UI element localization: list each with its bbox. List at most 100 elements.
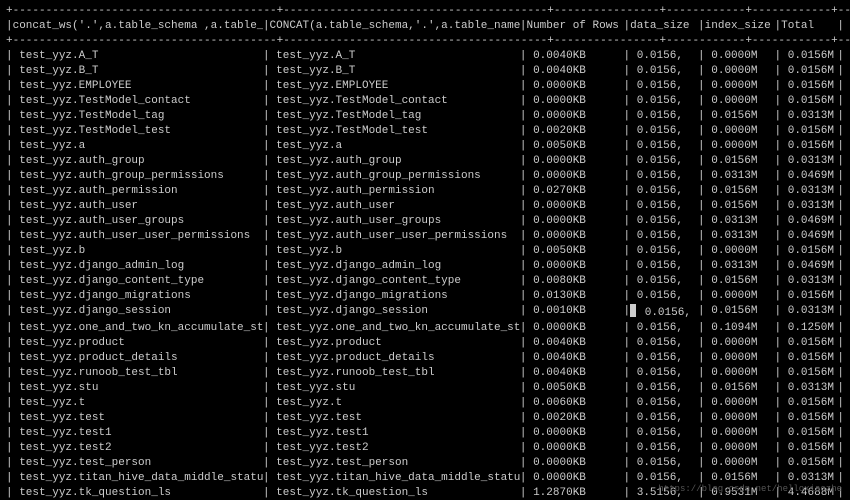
cell: 0.0156M: [781, 351, 837, 366]
cell: 0.0050KB: [526, 139, 623, 154]
cell: 0.0000M: [705, 94, 775, 109]
cell: test_yyz.t: [270, 396, 520, 411]
cell: 0.0156M: [781, 411, 837, 426]
cell: 0.0020KB: [526, 124, 623, 139]
table-row: | test_yyz.t| test_yyz.t| 0.0060KB | 0.0…: [6, 396, 844, 411]
table-row: | test_yyz.b| test_yyz.b| 0.0050KB | 0.0…: [6, 244, 844, 259]
cell: test_yyz.TestModel_tag: [13, 109, 263, 124]
table-row: | test_yyz.one_and_two_kn_accumulate_sta…: [6, 321, 844, 336]
cell: 0.0156,: [630, 169, 698, 184]
table-row: | test_yyz.auth_user_groups| test_yyz.au…: [6, 214, 844, 229]
cell: test_yyz.test_person: [13, 456, 263, 471]
table-row: | test_yyz.runoob_test_tbl| test_yyz.run…: [6, 366, 844, 381]
cell: 0.0000M: [705, 64, 775, 79]
cell: 0.0000KB: [526, 94, 623, 109]
cell: test_yyz.auth_user_groups: [13, 214, 263, 229]
cell: test_yyz.django_migrations: [270, 289, 520, 304]
cell: 0.0156,: [630, 109, 698, 124]
cell: test_yyz.B_T: [13, 64, 263, 79]
cell: test_yyz.auth_group: [13, 154, 263, 169]
cell: 0.0156M: [781, 426, 837, 441]
header-col5: Total: [781, 19, 837, 34]
table-row: | test_yyz.stu| test_yyz.stu| 0.0050KB |…: [6, 381, 844, 396]
cell: 0.0020KB: [526, 411, 623, 426]
cell: 0.0000KB: [526, 154, 623, 169]
table-row: | test_yyz.a| test_yyz.a| 0.0050KB | 0.0…: [6, 139, 844, 154]
cell: test_yyz.TestModel_test: [270, 124, 520, 139]
cell: 0.0156,: [630, 184, 698, 199]
cell: 0.0000M: [705, 139, 775, 154]
cell: test_yyz.a: [13, 139, 263, 154]
table-row: | test_yyz.EMPLOYEE| test_yyz.EMPLOYEE| …: [6, 79, 844, 94]
table-row: | test_yyz.test| test_yyz.test| 0.0020KB…: [6, 411, 844, 426]
table-border-top: +---------------------------------------…: [6, 4, 844, 19]
table-row: | test_yyz.auth_group_permissions| test_…: [6, 169, 844, 184]
cell: test_yyz.test1: [270, 426, 520, 441]
cell: test_yyz.one_and_two_kn_accumulate_stars: [270, 321, 520, 336]
table-row: | test_yyz.test2| test_yyz.test2| 0.0000…: [6, 441, 844, 456]
cell: 0.0156,: [630, 304, 698, 321]
cell: test_yyz.django_migrations: [13, 289, 263, 304]
cell: test_yyz.tk_question_ls: [270, 486, 520, 500]
cell: 0.0156,: [630, 289, 698, 304]
cell: 0.0469M: [781, 214, 837, 229]
cell: 0.0313M: [705, 259, 775, 274]
cell: 0.0000M: [705, 456, 775, 471]
cell: 0.1094M: [705, 321, 775, 336]
cell: test_yyz.A_T: [13, 49, 263, 64]
table-row: | test_yyz.auth_user_user_permissions| t…: [6, 229, 844, 244]
table-row: | test_yyz.django_content_type| test_yyz…: [6, 274, 844, 289]
cell: 0.0156,: [630, 336, 698, 351]
cell: 0.0156,: [630, 94, 698, 109]
table-row: | test_yyz.A_T| test_yyz.A_T| 0.0040KB |…: [6, 49, 844, 64]
table-row: | test_yyz.auth_user| test_yyz.auth_user…: [6, 199, 844, 214]
cell: 0.0156,: [630, 199, 698, 214]
cell: 0.0469M: [781, 259, 837, 274]
header-col1: CONCAT(a.table_schema,'.',a.table_name): [270, 19, 520, 34]
cell: 0.0000M: [705, 441, 775, 456]
cell: test_yyz.TestModel_test: [13, 124, 263, 139]
cell: 0.0156,: [630, 274, 698, 289]
cell: test_yyz.b: [13, 244, 263, 259]
cell: 0.0313M: [705, 214, 775, 229]
cell: test_yyz.django_session: [270, 304, 520, 321]
cell: test_yyz.runoob_test_tbl: [270, 366, 520, 381]
table-row: | test_yyz.test_person| test_yyz.test_pe…: [6, 456, 844, 471]
cell: test_yyz.B_T: [270, 64, 520, 79]
cell: 0.0156M: [705, 381, 775, 396]
cell: test_yyz.stu: [270, 381, 520, 396]
cell: 0.0040KB: [526, 336, 623, 351]
cell: 0.0000KB: [526, 259, 623, 274]
cell: 0.0270KB: [526, 184, 623, 199]
table-row: | test_yyz.test1| test_yyz.test1| 0.0000…: [6, 426, 844, 441]
cell: 0.0313M: [781, 109, 837, 124]
cell: 0.0130KB: [526, 289, 623, 304]
cell: 0.0156M: [781, 64, 837, 79]
cell: 0.0156,: [630, 396, 698, 411]
table-row: | test_yyz.TestModel_test| test_yyz.Test…: [6, 124, 844, 139]
cell: test_yyz.A_T: [270, 49, 520, 64]
cell: 0.0000KB: [526, 79, 623, 94]
cell: test_yyz.product: [270, 336, 520, 351]
cell: test_yyz.auth_user: [270, 199, 520, 214]
header-col0: concat_ws('.',a.table_schema ,a.table_na…: [13, 19, 263, 34]
cell: 0.0156M: [705, 274, 775, 289]
cell: 0.0313M: [705, 229, 775, 244]
cell: test_yyz.auth_group: [270, 154, 520, 169]
cell: 0.0156M: [705, 304, 775, 321]
table-row: | test_yyz.django_session| test_yyz.djan…: [6, 304, 844, 321]
cell: 0.0156,: [630, 426, 698, 441]
cell: 0.0040KB: [526, 366, 623, 381]
cell: 0.0313M: [781, 184, 837, 199]
cell: 0.0000M: [705, 79, 775, 94]
cell: 0.0156M: [781, 456, 837, 471]
cell: 0.0156,: [630, 351, 698, 366]
cell: test_yyz.django_admin_log: [270, 259, 520, 274]
cell: test_yyz.TestModel_contact: [13, 94, 263, 109]
cell: 0.0010KB: [526, 304, 623, 321]
cell: test_yyz.a: [270, 139, 520, 154]
cell: 0.0000KB: [526, 109, 623, 124]
table-row: | test_yyz.django_admin_log| test_yyz.dj…: [6, 259, 844, 274]
cell: 0.0040KB: [526, 64, 623, 79]
cell: 0.0156,: [630, 441, 698, 456]
